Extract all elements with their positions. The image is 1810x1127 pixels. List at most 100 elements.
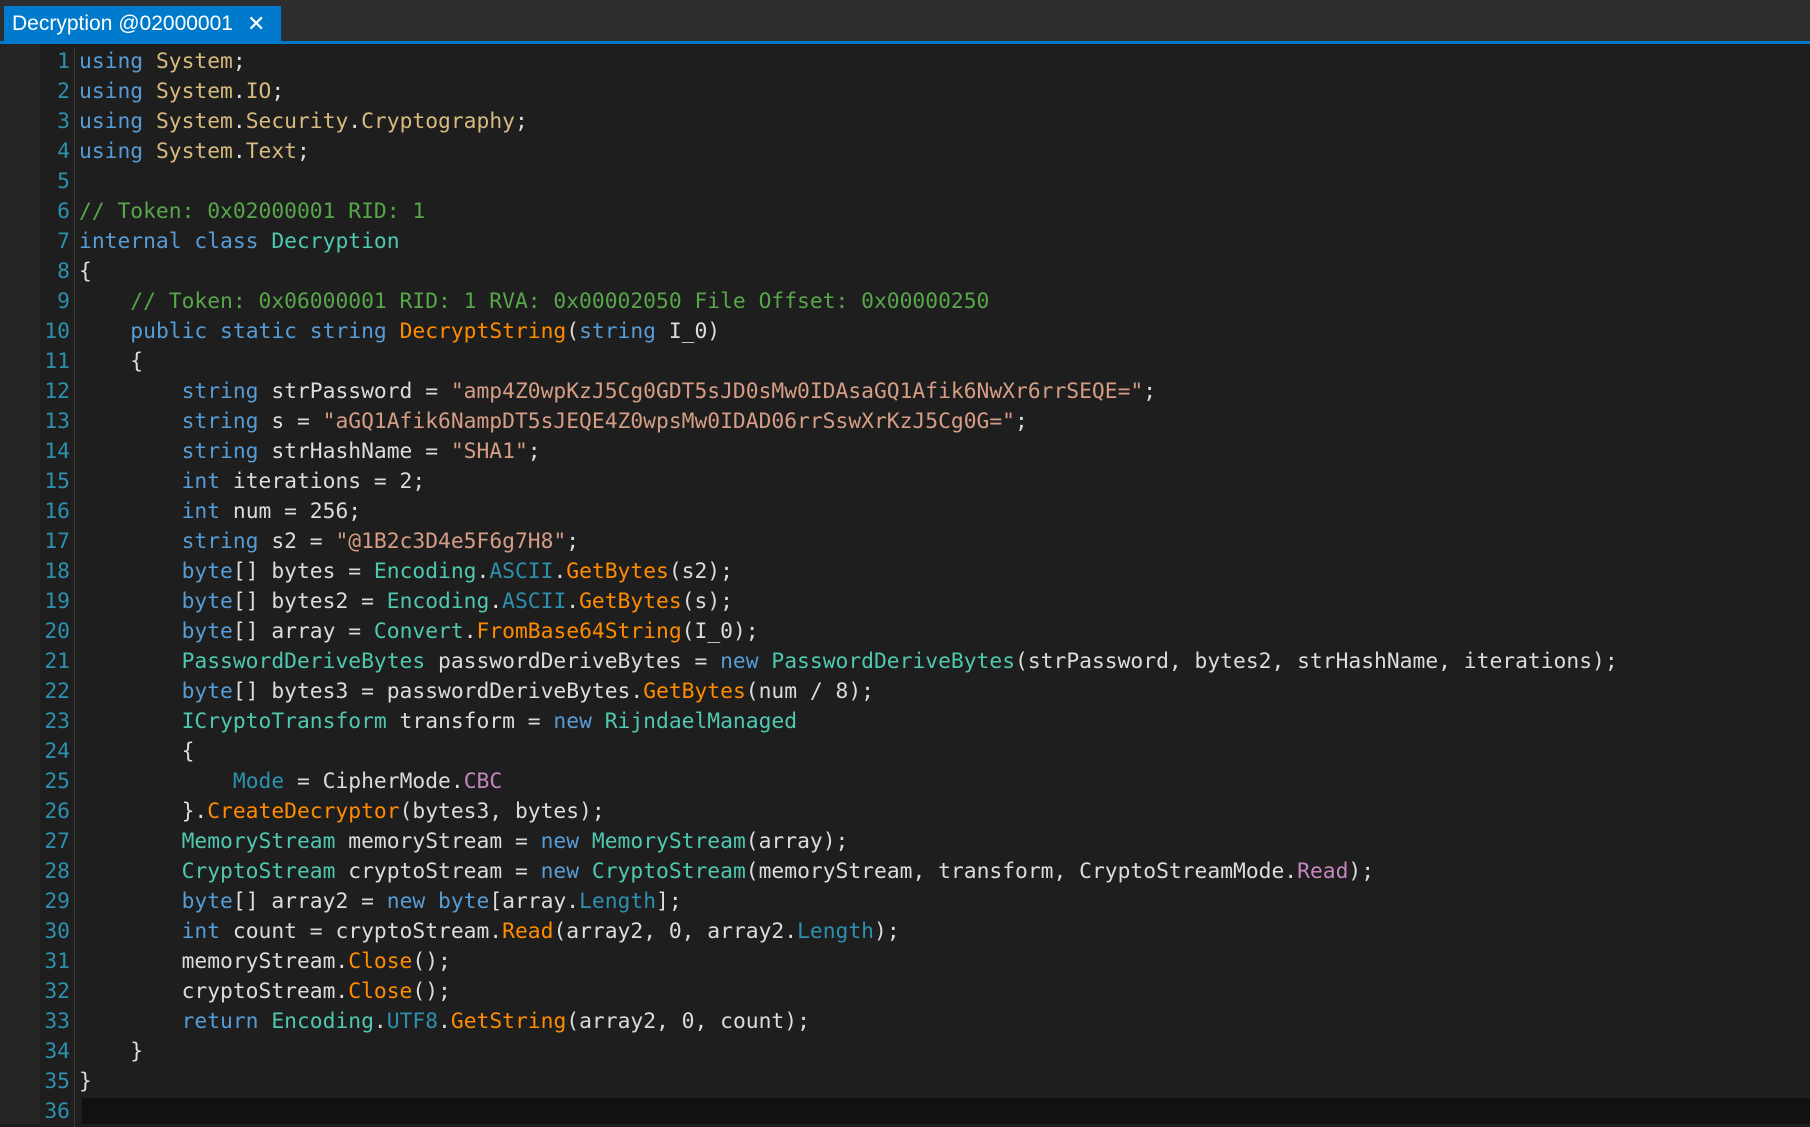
code-line: 35} (40, 1067, 1618, 1097)
code-token: iterations = 2; (220, 469, 426, 494)
code-text: return Encoding.UTF8.GetString(array2, 0… (79, 1007, 810, 1037)
code-editor[interactable]: 1 using System; 2 using System.IO; 3 using Sy… (0, 44, 1810, 1127)
code-text: ICryptoTransform transform = new Rijndae… (79, 707, 797, 737)
line-number: 4 (40, 137, 75, 167)
code-text: // Token: 0x02000001 RID: 1 (79, 197, 425, 227)
code-text: // Token: 0x06000001 RID: 1 RVA: 0x00002… (79, 287, 989, 317)
code-token: s2 = (258, 529, 336, 554)
code-text: byte[] bytes2 = Encoding.ASCII.GetBytes(… (79, 587, 733, 617)
code-text: using System.IO; (79, 77, 284, 107)
line-number: 6 (40, 197, 75, 227)
code-line: 6// Token: 0x02000001 RID: 1 (40, 197, 1618, 227)
code-token: Close (348, 949, 413, 974)
code-token: . (476, 559, 490, 584)
code-token: ; (1143, 379, 1157, 404)
code-token: . (489, 589, 503, 614)
code-token: byte (181, 559, 233, 584)
code-token: Close (348, 979, 413, 1004)
code-text: byte[] array = Convert.FromBase64String(… (79, 617, 759, 647)
horizontal-scrollbar[interactable] (82, 1098, 1810, 1124)
line-number: 19 (40, 587, 75, 617)
code-token: Convert (373, 619, 464, 644)
code-token: . (566, 589, 580, 614)
line-number: 10 (40, 317, 75, 347)
tab-decryption[interactable]: Decryption @02000001 ✕ (4, 6, 282, 41)
code-line: 24 { (40, 737, 1618, 767)
code-line: 29 byte[] array2 = new byte[array.Length… (40, 887, 1618, 917)
line-number: 26 (40, 797, 75, 827)
code-token: CreateDecryptor (207, 799, 400, 824)
code-token: (I_0); (681, 619, 759, 644)
code-line: 16 int num = 256; (40, 497, 1618, 527)
code-token: cryptoStream. (79, 979, 349, 1004)
code-line: 33 return Encoding.UTF8.GetString(array2… (40, 1007, 1618, 1037)
code-line: 13 string s = "aGQ1Afik6NampDT5sJEQE4Z0w… (40, 407, 1618, 437)
code-token: System (155, 49, 233, 74)
line-number: 3 (40, 107, 75, 137)
code-token: PasswordDeriveBytes (181, 649, 426, 674)
code-token: internal class (79, 229, 259, 254)
code-token: transform = (386, 709, 554, 734)
code-token: GetBytes (566, 559, 669, 584)
code-text: { (79, 737, 195, 767)
code-token: return (181, 1009, 259, 1034)
code-line: 14 string strHashName = "SHA1"; (40, 437, 1618, 467)
code-token: System (155, 79, 233, 104)
line-number: 1 (40, 47, 75, 77)
code-text: memoryStream.Close(); (79, 947, 451, 977)
code-text: MemoryStream memoryStream = new MemorySt… (79, 827, 849, 857)
code-token: IO (245, 79, 272, 104)
close-icon[interactable]: ✕ (247, 12, 265, 35)
code-line: 2 using System.IO; (40, 77, 1618, 107)
code-token: byte (181, 589, 233, 614)
code-text: } (79, 1067, 92, 1097)
code-token: System (155, 139, 233, 164)
code-token: memoryStream. (79, 949, 349, 974)
code-token: CryptoStream (591, 859, 746, 884)
code-text: string s2 = "@1B2c3D4e5F6g7H8"; (79, 527, 580, 557)
code-token: GetString (450, 1009, 567, 1034)
code-token: // Token: 0x02000001 RID: 1 (79, 199, 426, 224)
code-token: ); (1348, 859, 1375, 884)
code-token: Security (245, 109, 349, 134)
code-token: Length (797, 919, 874, 944)
line-number: 21 (40, 647, 75, 677)
code-token: (); (412, 949, 451, 974)
code-text: cryptoStream.Close(); (79, 977, 451, 1007)
line-number: 5 (40, 167, 75, 197)
code-token: using (79, 79, 144, 104)
code-token: UTF8 (386, 1009, 439, 1034)
line-number: 16 (40, 497, 75, 527)
code-token: . (553, 559, 567, 584)
code-token: Encoding (386, 589, 490, 614)
code-token: strPassword = (258, 379, 451, 404)
code-token: int (181, 499, 221, 524)
code-token: ICryptoTransform (181, 709, 387, 734)
line-number: 18 (40, 557, 75, 587)
code-token: (array); (745, 829, 849, 854)
code-line: 17 string s2 = "@1B2c3D4e5F6g7H8"; (40, 527, 1618, 557)
line-number: 28 (40, 857, 75, 887)
code-token: Length (579, 889, 657, 914)
line-number: 7 (40, 227, 75, 257)
code-token: using (79, 139, 144, 164)
code-token: passwordDeriveBytes = (425, 649, 721, 674)
line-number: 34 (40, 1037, 75, 1067)
code-token: "SHA1" (450, 439, 528, 464)
code-token: (array2, 0, count); (566, 1009, 810, 1034)
code-token: } (79, 1069, 92, 1094)
line-number: 25 (40, 767, 75, 797)
code-token: (s2); (668, 559, 733, 584)
code-token: ASCII (502, 589, 567, 614)
code-token: int (181, 469, 221, 494)
